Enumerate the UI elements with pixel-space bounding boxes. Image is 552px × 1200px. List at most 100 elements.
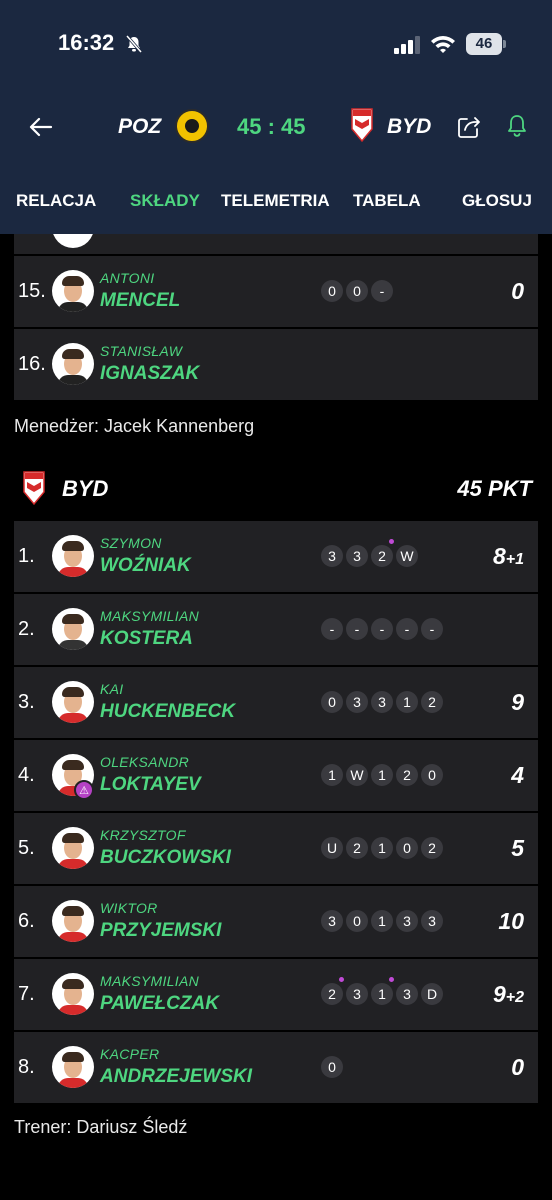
rider-first-name: MAKSYMILIAN [100, 973, 199, 989]
rider-row[interactable]: 3. KAI HUCKENBECK 0 3 3 1 2 9 [14, 667, 538, 738]
heat-result-value: - [379, 283, 385, 299]
heat-result: 2 [346, 837, 368, 859]
heat-result-value: 0 [328, 283, 336, 299]
heat-result-value: 1 [378, 913, 386, 929]
avatar-hair [62, 614, 84, 624]
heat-result: 1 [371, 837, 393, 859]
heat-result-value: 0 [328, 694, 336, 710]
rider-last-name: MENCEL [100, 290, 181, 311]
heat-result-value: W [350, 767, 364, 783]
heat-result-value: 3 [328, 913, 336, 929]
rider-first-name: STANISŁAW [100, 343, 183, 359]
share-icon[interactable] [456, 114, 482, 140]
heat-result: 0 [321, 1056, 343, 1078]
rider-first-name: KAI [100, 681, 124, 697]
rider-number: 1. [18, 545, 35, 567]
heat-result-value: 2 [403, 767, 411, 783]
heat-result: 3 [321, 910, 343, 932]
rider-row[interactable]: 16. STANISŁAW IGNASZAK [14, 329, 538, 400]
rider-first-name: WIKTOR [100, 900, 158, 916]
rider-points: 8+1 [493, 543, 524, 570]
heat-result-value: D [426, 986, 438, 1002]
heat-result: 3 [346, 545, 368, 567]
rider-points-value: 8 [492, 543, 506, 569]
tab-glosuj[interactable]: GŁOSUJ [462, 191, 532, 211]
heat-result: 1 [321, 764, 343, 786]
heat-result: 3 [371, 691, 393, 713]
rider-row[interactable]: 5. KRZYSZTOF BUCZKOWSKI U 2 1 0 2 5 [14, 813, 538, 884]
rider-first-name: KACPER [100, 1046, 160, 1062]
away-team-name: BYD [62, 476, 109, 501]
rider-last-name: HUCKENBECK [100, 701, 236, 722]
rider-avatar [52, 343, 94, 385]
tab-tabela[interactable]: TABELA [353, 191, 421, 211]
away-team-header: BYD 45 PKT [22, 470, 538, 506]
battery-indicator: 46 [466, 33, 502, 55]
rider-row[interactable]: 7. MAKSYMILIAN PAWEŁCZAK 2 3 1 3 D 9+2 [14, 959, 538, 1030]
heat-results: 0 3 3 1 2 [321, 691, 443, 713]
rider-last-name: PAWEŁCZAK [100, 993, 219, 1014]
avatar-hair [62, 1052, 84, 1062]
heat-results: ----- [321, 618, 443, 640]
rider-number: 15. [18, 280, 46, 302]
rider-first-name: OLEKSANDR [100, 754, 190, 770]
heat-result-value: - [354, 621, 360, 637]
heat-result: 3 [346, 983, 368, 1005]
rider-points: 4 [511, 762, 524, 789]
heat-result: 2 [321, 977, 344, 1005]
heat-result-value: U [326, 840, 338, 856]
home-team-logo [175, 109, 209, 143]
match-score: 45 : 45 [237, 114, 306, 139]
avatar-shirt [58, 302, 88, 312]
heat-result-value: 0 [403, 840, 411, 856]
heat-results: U2102 [321, 837, 443, 859]
tab-telemetria[interactable]: TELEMETRIA [221, 191, 330, 211]
rider-row[interactable]: 8. KACPER ANDRZEJEWSKI 0 0 [14, 1032, 538, 1103]
rider-number: 16. [18, 353, 46, 375]
rider-row[interactable]: 1. SZYMON WOŹNIAK 3 3 2 W 8+1 [14, 521, 538, 592]
heat-result: 3 [396, 983, 418, 1005]
heat-result: 3 [346, 691, 368, 713]
rider-points: 9 [511, 689, 524, 716]
avatar-hair [62, 760, 84, 770]
rider-number: 8. [18, 1056, 35, 1078]
rider-row[interactable]: 15. ANTONI MENCEL 0 0 - 0 [14, 256, 538, 327]
status-bar: 16:32 46 [0, 0, 552, 90]
avatar-shirt [58, 932, 88, 942]
rider-row[interactable]: 4. ⚠ OLEKSANDR LOKTAYEV 1 W 1 2 0 4 [14, 740, 538, 811]
heat-result: W [346, 764, 368, 786]
bonus-dot-icon [389, 977, 394, 982]
tab-sklady[interactable]: SKŁADY [130, 191, 200, 211]
heat-result-value: 3 [428, 913, 436, 929]
heat-result: 3 [321, 545, 343, 567]
rider-points: 10 [498, 908, 524, 935]
rider-last-name: LOKTAYEV [100, 774, 201, 795]
rider-row[interactable]: 6. WIKTOR PRZYJEMSKI 3 0 1 3 3 10 [14, 886, 538, 957]
back-arrow-icon[interactable] [28, 114, 54, 140]
heat-result-value: 3 [378, 694, 386, 710]
heat-results: 0 [321, 1056, 343, 1078]
avatar-shirt [58, 1005, 88, 1015]
rider-bonus-points: +1 [505, 551, 524, 568]
rider-points-value: 4 [511, 762, 524, 788]
home-team-code: POZ [118, 115, 162, 138]
bell-icon[interactable] [505, 113, 529, 139]
heat-result-value: 0 [353, 283, 361, 299]
rider-avatar [52, 234, 94, 248]
heat-result-value: 1 [378, 767, 386, 783]
tab-relacja[interactable]: RELACJA [16, 191, 96, 211]
heat-result: 0 [396, 837, 418, 859]
heat-result-value: 0 [328, 1059, 336, 1075]
rider-row[interactable]: 2. MAKSYMILIAN KOSTERA - - - - - [14, 594, 538, 665]
rider-last-name: ANDRZEJEWSKI [100, 1066, 253, 1087]
away-team-logo [351, 108, 373, 143]
heat-result: 3 [396, 910, 418, 932]
heat-result: 0 [321, 691, 343, 713]
rider-last-name: KOSTERA [100, 628, 193, 649]
heat-result-value: 2 [328, 986, 336, 1002]
heat-result-value: - [379, 621, 385, 637]
heat-result-value: 3 [403, 913, 411, 929]
heat-result: U [321, 837, 343, 859]
rider-points: 0 [511, 278, 524, 305]
battery-tip [503, 40, 506, 48]
